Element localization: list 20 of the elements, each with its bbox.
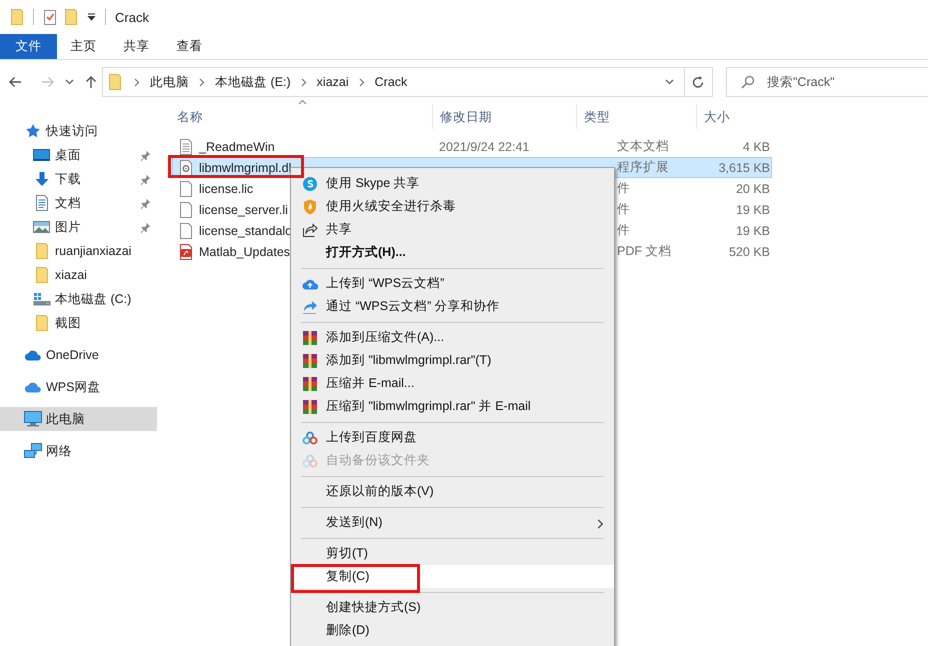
modified-date: 2021/9/24 22:41 [438,140,530,154]
file-size: 520 KB [728,244,771,258]
file-size: 20 KB [734,182,771,196]
file-name: license_standalo [199,224,292,238]
file-size: 19 KB [734,224,771,238]
file-type: 件 [617,181,630,195]
window-title: Crack [115,10,149,24]
file-name: libmwlmgrimpl.dl [199,160,292,174]
file-size: 4 KB [742,140,771,154]
file-type: 文本文档 [617,139,669,153]
file-name: license.lic [199,182,254,196]
file-type: 件 [617,202,630,216]
file-name: Matlab_Updates [199,244,290,258]
file-size: 19 KB [734,202,771,216]
file-name: _ReadmeWin [199,140,275,154]
file-type: 程序扩展 [617,160,669,174]
file-name: license_server.li [199,202,288,216]
file-type: PDF 文档 [617,244,672,258]
file-type: 件 [617,223,630,237]
file-size: 3,615 KB [718,160,771,174]
